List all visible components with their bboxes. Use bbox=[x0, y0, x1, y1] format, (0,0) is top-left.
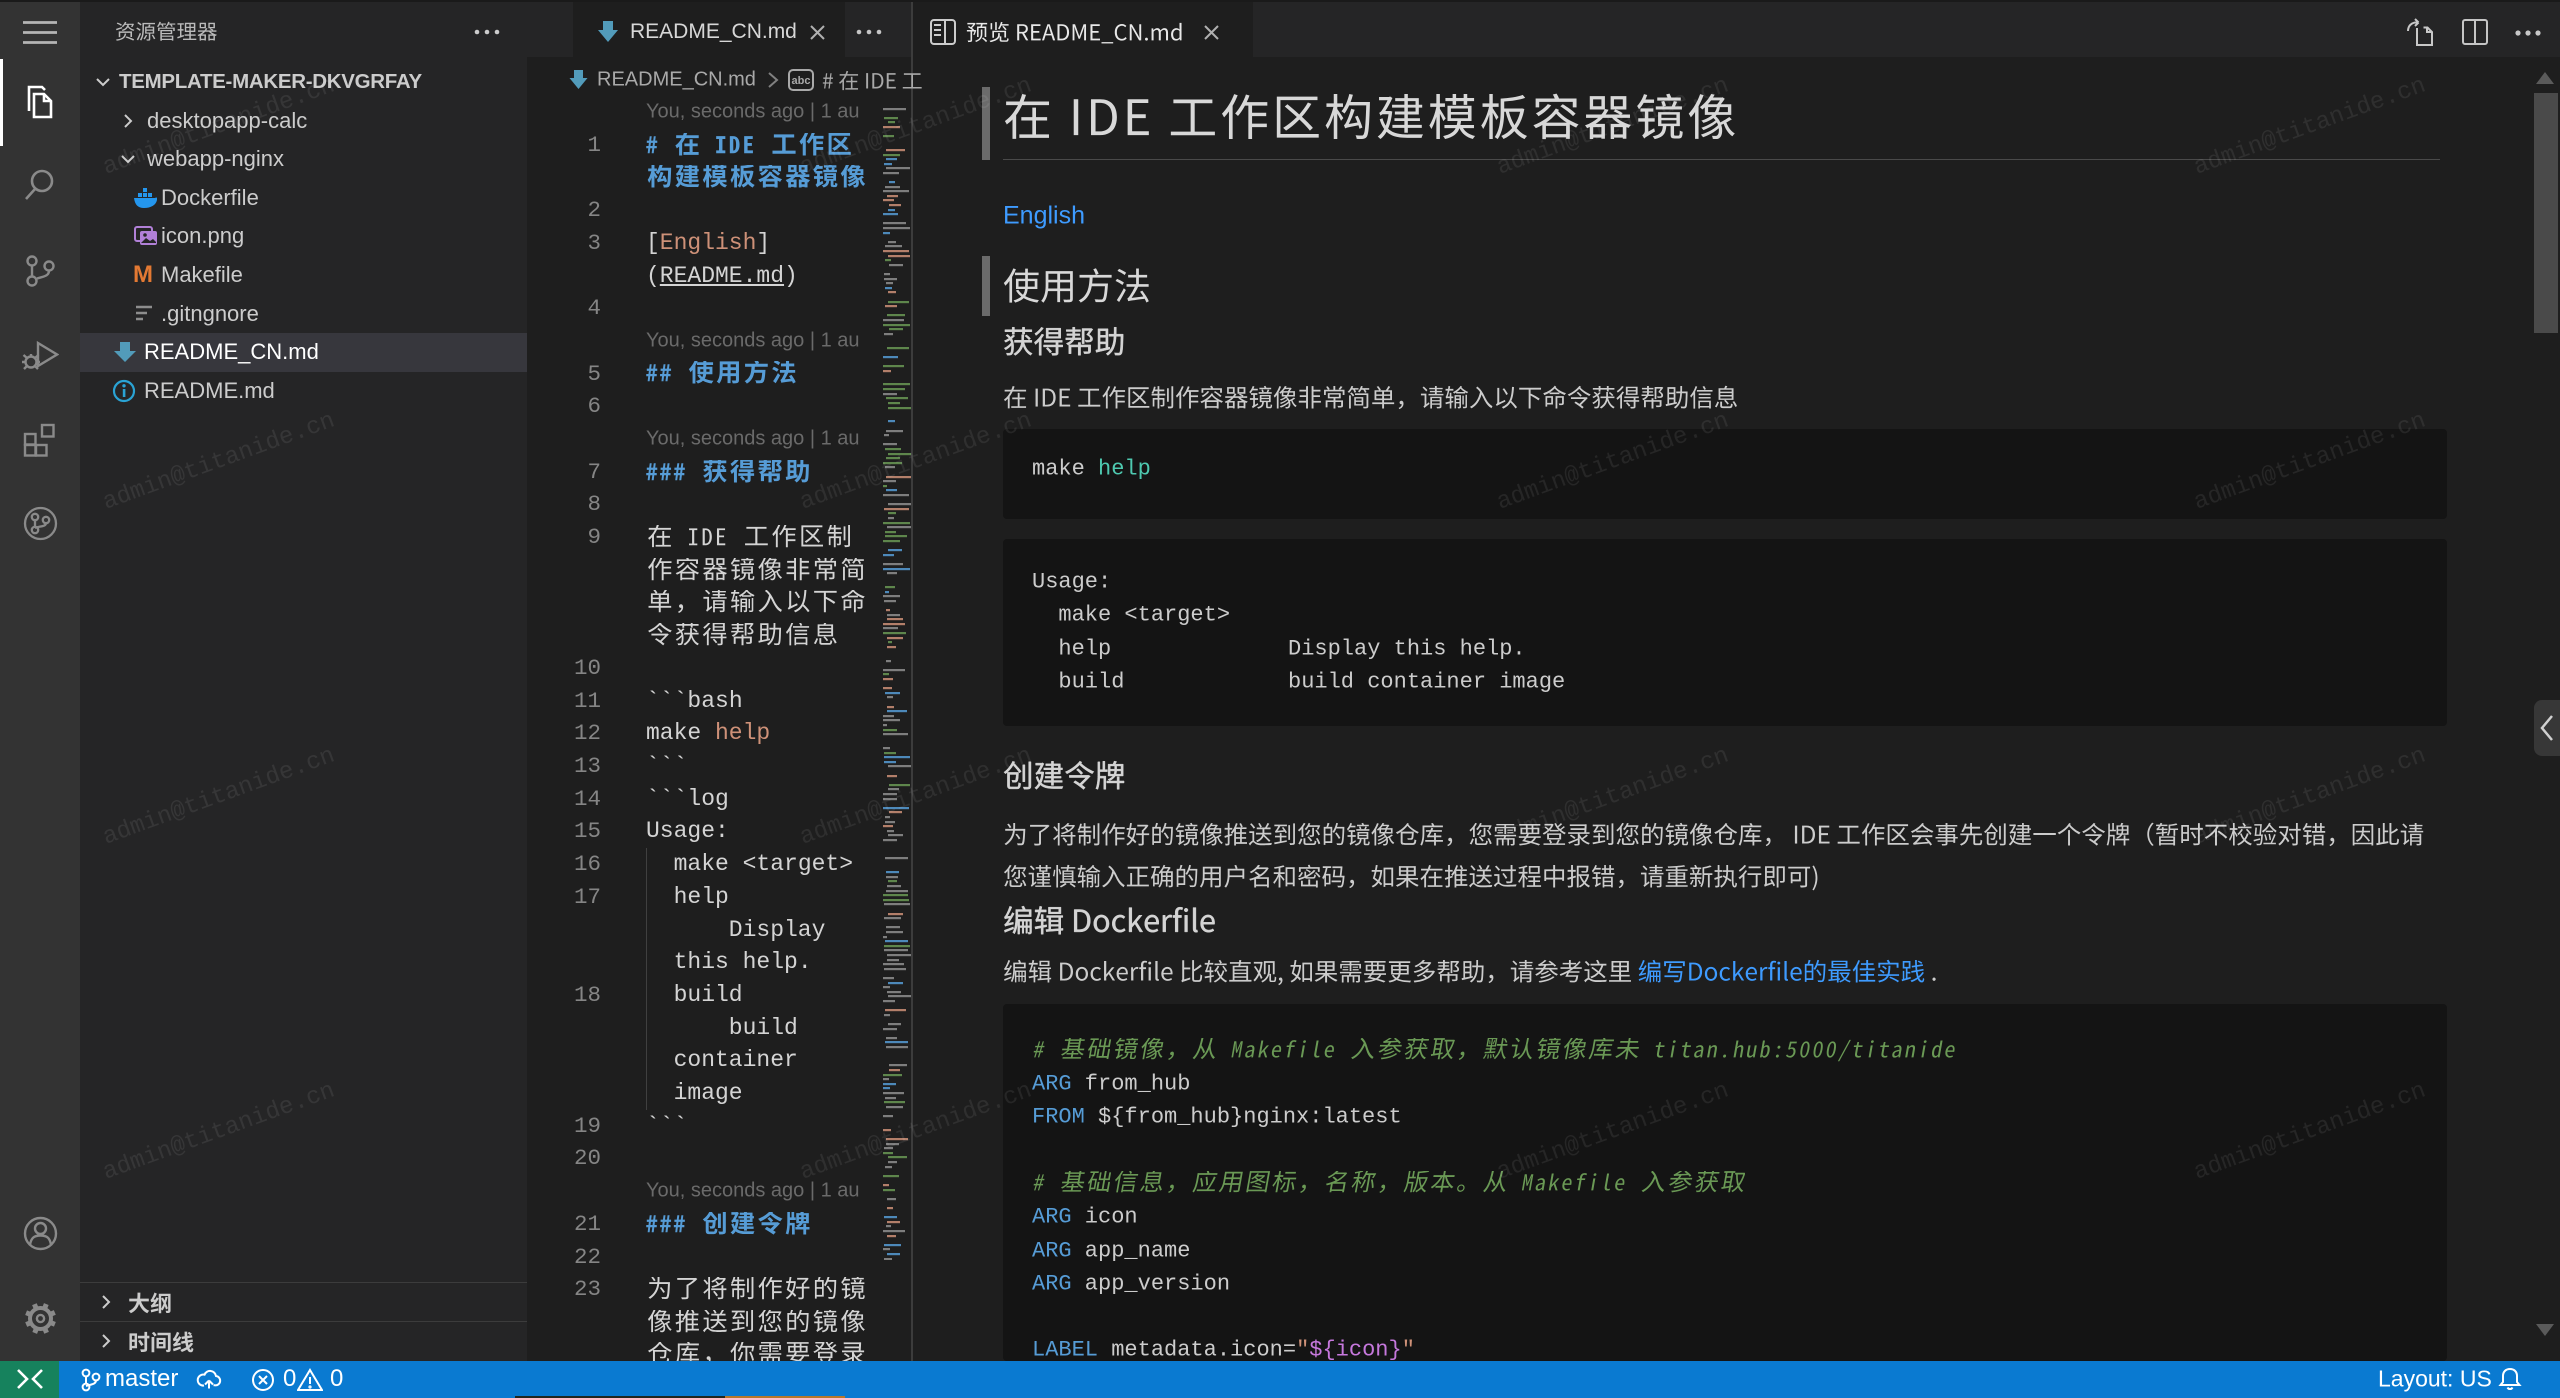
svg-text:abc: abc bbox=[792, 75, 811, 87]
